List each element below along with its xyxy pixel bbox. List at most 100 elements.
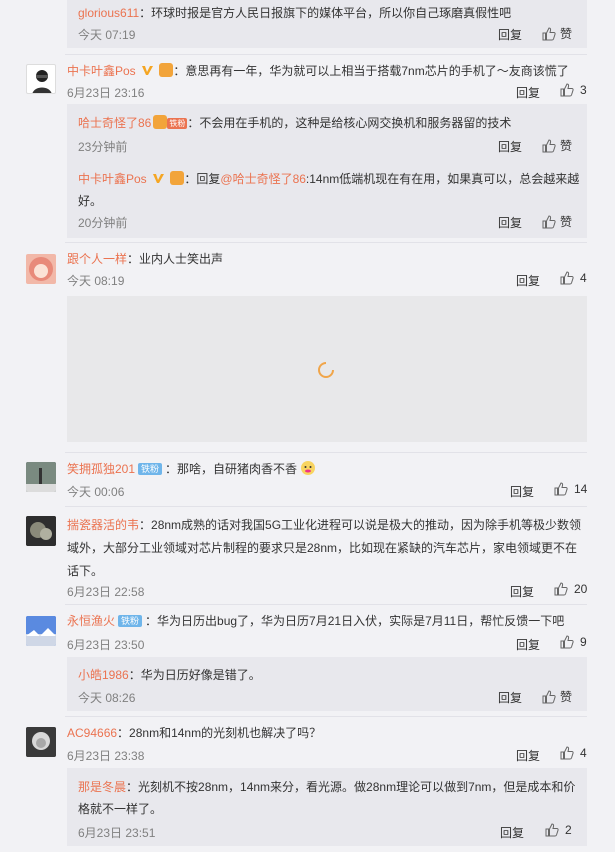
comment-nickname[interactable]: 永恒渔火: [67, 614, 115, 628]
divider: [65, 604, 587, 605]
reply-button[interactable]: 回复: [498, 689, 522, 706]
like-button[interactable]: 9: [560, 635, 587, 649]
comment-time: 6月23日 22:58: [67, 585, 145, 599]
comment-content: 中卡叶鑫Pos ：意思再有一年，华为就可以上相当于搭载7nm芯片的手机了～友商该…: [67, 62, 597, 80]
divider: [65, 242, 587, 243]
comment-time: 今天 00:06: [67, 485, 125, 499]
level-badge-icon: [153, 115, 168, 129]
reply-time: 今天 07:19: [78, 28, 136, 42]
comment-content: 揣瓷器活的韦：28nm成熟的话对我国5G工业化进程可以说是极大的推动，因为除手机…: [67, 514, 587, 583]
thumbs-up-icon: [542, 689, 556, 703]
like-button[interactable]: 4: [560, 746, 587, 760]
divider: [65, 716, 587, 717]
reply-nickname[interactable]: glorious611: [78, 6, 139, 20]
comment-text: ：28nm和14nm的光刻机也解决了吗？: [117, 726, 322, 740]
like-button[interactable]: 赞: [542, 213, 572, 230]
reply-content: 小皓1986：华为日历好像是错了。: [78, 666, 583, 684]
comment-content: 跟个人一样：业内人士笑出声: [67, 250, 597, 268]
thumbs-up-icon: [560, 635, 574, 649]
thumbs-up-icon: [554, 482, 568, 496]
like-button[interactable]: 赞: [542, 25, 572, 42]
comment-text: ：那啥，自研猪肉香不香: [165, 462, 298, 476]
fan-badge: 铁粉: [138, 463, 163, 475]
thumbs-up-icon: [542, 214, 556, 228]
comment-time: 今天 08:19: [67, 274, 125, 288]
thumbs-up-icon: [545, 823, 559, 837]
reply-button[interactable]: 回复: [498, 26, 522, 43]
reply-nickname[interactable]: 那是冬晨: [78, 780, 126, 794]
reply-button[interactable]: 回复: [510, 583, 534, 600]
comment-nickname[interactable]: 跟个人一样: [67, 252, 127, 266]
mention-link[interactable]: @哈士奇怪了86: [220, 172, 306, 186]
like-count: 9: [580, 635, 587, 649]
like-button[interactable]: 赞: [542, 137, 572, 154]
verified-v-icon: [142, 66, 154, 75]
comment-text: ：28nm成熟的话对我国5G工业化进程可以说是极大的推动，因为除手机等极少数领域…: [67, 518, 582, 578]
avatar[interactable]: [26, 462, 56, 492]
loading-spinner-icon: [318, 362, 334, 378]
verified-v-icon: [153, 174, 165, 183]
reply-content: 中卡叶鑫Pos ：回复@哈士奇怪了86:14nm低端机现在有在用，如果真可以，总…: [78, 171, 580, 208]
fan-badge: 铁粉: [167, 118, 188, 129]
comment-nickname[interactable]: 揣瓷器活的韦: [67, 518, 139, 532]
reply-time: 20分钟前: [78, 216, 128, 230]
comment-nickname[interactable]: 笑拥孤独201: [67, 462, 135, 476]
image-placeholder[interactable]: [67, 296, 587, 442]
divider: [65, 452, 587, 453]
comment-text: ：华为日历出bug了，华为日历7月21日入伏，实际是7月11日，帮忙反馈一下吧: [145, 614, 565, 628]
like-button[interactable]: 3: [560, 83, 587, 97]
emoji-icon: [301, 461, 316, 475]
like-button[interactable]: 2: [545, 823, 572, 837]
reply-nickname[interactable]: 中卡叶鑫Pos: [78, 172, 147, 186]
reply-button[interactable]: 回复: [500, 824, 524, 841]
reply-text: ：环球时报是官方人民日报旗下的媒体平台，所以你自己琢磨真假性吧: [139, 6, 512, 20]
comment-nickname[interactable]: AC94666: [67, 726, 117, 740]
divider: [65, 506, 587, 507]
comment-time: 6月23日 23:38: [67, 749, 145, 763]
thumbs-up-icon: [542, 26, 556, 40]
reply-button[interactable]: 回复: [516, 272, 540, 289]
reply-button[interactable]: 回复: [516, 747, 540, 764]
reply-button[interactable]: 回复: [498, 214, 522, 231]
like-button[interactable]: 赞: [542, 688, 572, 705]
reply-button[interactable]: 回复: [498, 138, 522, 155]
reply-text: ：不会用在手机的，这种是给核心网交换机和服务器留的技术: [187, 116, 512, 130]
like-count: 4: [580, 746, 587, 760]
avatar[interactable]: [26, 516, 56, 546]
reply-text: ：光刻机不按28nm，14nm来分，看光源。做28nm理论可以做到7nm，但是成…: [78, 780, 576, 816]
like-count: 14: [574, 482, 588, 496]
avatar[interactable]: [26, 616, 56, 646]
comment-content: 永恒渔火 铁粉 ：华为日历出bug了，华为日历7月21日入伏，实际是7月11日，帮忙…: [67, 612, 597, 630]
comment-nickname[interactable]: 中卡叶鑫Pos: [67, 64, 136, 78]
comment-feed: glorious611：环球时报是官方人民日报旗下的媒体平台，所以你自己琢磨真假…: [10, 0, 605, 852]
reply-time: 今天 08:26: [78, 691, 136, 705]
reply-content: glorious611：环球时报是官方人民日报旗下的媒体平台，所以你自己琢磨真假…: [78, 4, 583, 22]
reply-button[interactable]: 回复: [516, 84, 540, 101]
comment-content: 笑拥孤独201 铁粉 ：那啥，自研猪肉香不香: [67, 460, 597, 478]
reply-content: 那是冬晨：光刻机不按28nm，14nm来分，看光源。做28nm理论可以做到7nm…: [78, 776, 578, 820]
like-button[interactable]: 4: [560, 271, 587, 285]
avatar[interactable]: [26, 254, 56, 284]
like-button[interactable]: 14: [554, 482, 587, 496]
avatar[interactable]: [26, 727, 56, 757]
thumbs-up-icon: [554, 582, 568, 596]
reply-content: 哈士奇怪了86 铁粉 ：不会用在手机的，这种是给核心网交换机和服务器留的技术: [78, 114, 583, 132]
comment-content: AC94666：28nm和14nm的光刻机也解决了吗？: [67, 724, 597, 742]
level-badge-icon: [159, 63, 174, 77]
like-button[interactable]: 20: [554, 582, 587, 596]
like-count: 3: [580, 83, 587, 97]
like-count: 20: [574, 582, 588, 596]
divider: [65, 54, 587, 55]
reply-nickname[interactable]: 哈士奇怪了86: [78, 116, 151, 130]
reply-nickname[interactable]: 小皓1986: [78, 668, 129, 682]
level-badge-icon: [170, 171, 185, 185]
reply-button[interactable]: 回复: [516, 636, 540, 653]
reply-text: ：华为日历好像是错了。: [128, 668, 261, 682]
avatar[interactable]: [26, 64, 56, 94]
like-count: 2: [565, 823, 572, 837]
reply-time: 23分钟前: [78, 140, 128, 154]
thumbs-up-icon: [560, 271, 574, 285]
reply-button[interactable]: 回复: [510, 483, 534, 500]
comment-text: ：业内人士笑出声: [127, 252, 224, 266]
like-count: 4: [580, 271, 587, 285]
